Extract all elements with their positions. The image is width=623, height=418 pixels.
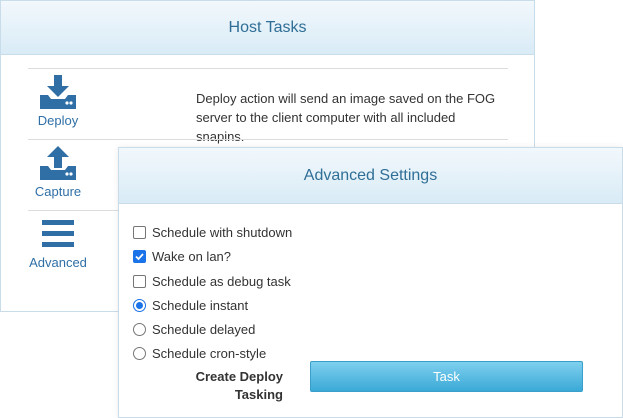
task-row-deploy: Deploy Deploy action will send an image … [28, 68, 508, 144]
schedule-cron-option[interactable]: Schedule cron-style [133, 343, 266, 363]
create-label-line2: Tasking [234, 387, 283, 402]
advanced-label: Advanced [29, 255, 87, 270]
deploy-icon [40, 75, 76, 109]
schedule-delayed-option[interactable]: Schedule delayed [133, 319, 255, 339]
advanced-task-link[interactable]: Advanced [28, 217, 88, 270]
advanced-menu-icon [42, 220, 74, 247]
schedule-instant-radio[interactable] [133, 298, 146, 312]
deploy-label: Deploy [37, 113, 79, 128]
capture-label: Capture [34, 184, 82, 199]
debug-task-label: Schedule as debug task [152, 273, 291, 289]
schedule-cron-label: Schedule cron-style [152, 345, 267, 361]
debug-task-option[interactable]: Schedule as debug task [133, 271, 291, 291]
schedule-delayed-label: Schedule delayed [152, 321, 256, 337]
schedule-delayed-radio[interactable] [133, 322, 146, 336]
capture-icon [40, 146, 76, 180]
create-label-line1: Create Deploy [195, 369, 283, 384]
wake-on-lan-label: Wake on lan? [152, 248, 232, 264]
debug-task-checkbox[interactable] [133, 274, 146, 288]
wake-on-lan-checkbox[interactable] [133, 249, 146, 263]
task-button[interactable]: Task [310, 361, 583, 392]
schedule-shutdown-label: Schedule with shutdown [152, 224, 293, 240]
host-tasks-title: Host Tasks [1, 1, 534, 55]
deploy-description: Deploy action will send an image saved o… [196, 91, 496, 144]
wake-on-lan-option[interactable]: Wake on lan? [133, 246, 231, 266]
checkmark-icon [135, 252, 144, 260]
deploy-task-link[interactable]: Deploy [28, 75, 88, 128]
schedule-shutdown-checkbox[interactable] [133, 225, 146, 239]
create-deploy-tasking-label: Create Deploy Tasking [179, 368, 283, 404]
schedule-cron-radio[interactable] [133, 346, 146, 360]
schedule-instant-option[interactable]: Schedule instant [133, 295, 248, 315]
advanced-settings-modal: Advanced Settings Schedule with shutdown… [118, 147, 623, 418]
schedule-instant-label: Schedule instant [152, 297, 249, 313]
capture-task-link[interactable]: Capture [28, 146, 88, 199]
advanced-settings-title: Advanced Settings [119, 148, 622, 204]
schedule-shutdown-option[interactable]: Schedule with shutdown [133, 222, 292, 242]
